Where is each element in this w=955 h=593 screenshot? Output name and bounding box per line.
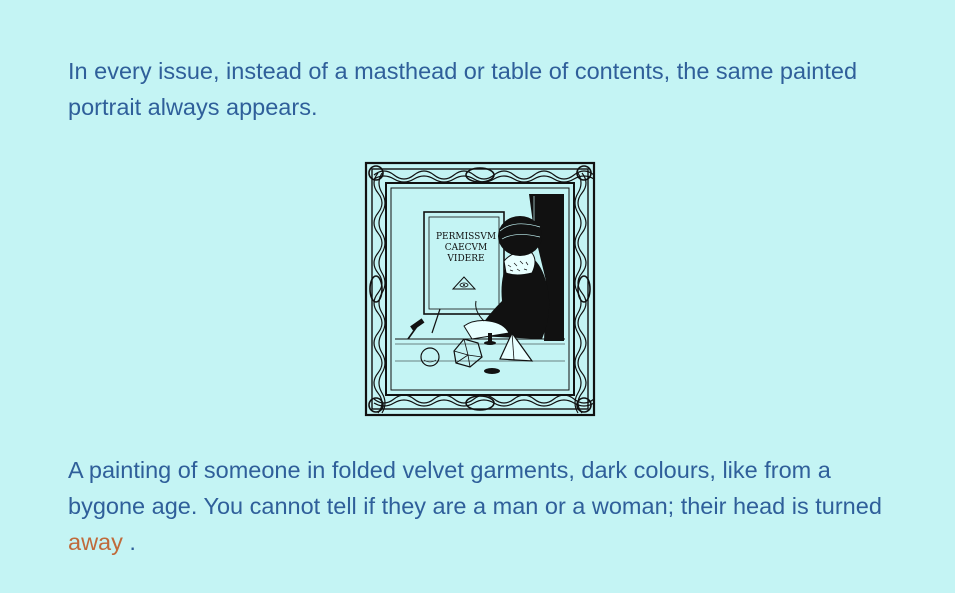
- description-period: .: [129, 529, 136, 555]
- portrait-scene: [395, 192, 565, 386]
- framed-portrait: PERMISSVM CAECVM VIDERE: [364, 161, 596, 417]
- away-link[interactable]: away: [68, 529, 123, 555]
- intro-paragraph: In every issue, instead of a masthead or…: [68, 58, 858, 120]
- inscription-line-1: PERMISSVM: [436, 232, 496, 242]
- description-text: A painting of someone in folded velvet g…: [68, 457, 882, 519]
- inscription-line-3: VIDERE: [446, 254, 484, 264]
- portrait-illustration: PERMISSVM CAECVM VIDERE: [364, 161, 596, 417]
- inscription-line-2: CAECVM: [445, 243, 488, 253]
- description-paragraph: A painting of someone in folded velvet g…: [68, 452, 898, 560]
